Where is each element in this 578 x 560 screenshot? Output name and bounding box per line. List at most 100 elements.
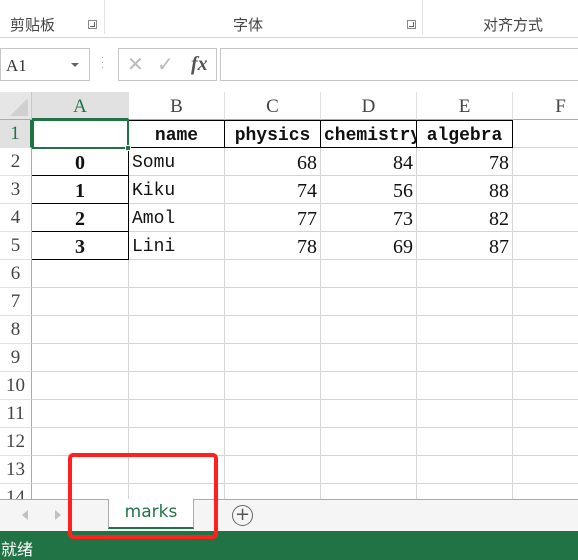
row-header-1[interactable]: 1 bbox=[0, 120, 32, 148]
cell-f11[interactable] bbox=[513, 400, 578, 428]
cell-d1[interactable]: chemistry bbox=[321, 120, 417, 148]
cell-e2[interactable]: 78 bbox=[417, 148, 513, 176]
cell-b5[interactable]: Lini bbox=[129, 232, 225, 260]
column-header-d[interactable]: D bbox=[321, 92, 417, 120]
cell-c6[interactable] bbox=[225, 260, 321, 288]
row-header-8[interactable]: 8 bbox=[0, 316, 32, 344]
cell-b4[interactable]: Amol bbox=[129, 204, 225, 232]
cell-b9[interactable] bbox=[129, 344, 225, 372]
cell-b10[interactable] bbox=[129, 372, 225, 400]
cell-d8[interactable] bbox=[321, 316, 417, 344]
cell-d9[interactable] bbox=[321, 344, 417, 372]
row-header-10[interactable]: 10 bbox=[0, 372, 32, 400]
cell-c7[interactable] bbox=[225, 288, 321, 316]
cell-a10[interactable] bbox=[32, 372, 129, 400]
cell-e14[interactable] bbox=[417, 484, 513, 499]
row-header-12[interactable]: 12 bbox=[0, 428, 32, 456]
cell-a5[interactable]: 3 bbox=[32, 232, 129, 260]
column-header-c[interactable]: C bbox=[225, 92, 321, 120]
column-header-b[interactable]: B bbox=[129, 92, 225, 120]
row-header-4[interactable]: 4 bbox=[0, 204, 32, 232]
cell-c3[interactable]: 74 bbox=[225, 176, 321, 204]
cell-e10[interactable] bbox=[417, 372, 513, 400]
cell-c12[interactable] bbox=[225, 428, 321, 456]
cell-a1[interactable] bbox=[32, 120, 129, 148]
cell-b6[interactable] bbox=[129, 260, 225, 288]
insert-function-icon[interactable]: fx bbox=[191, 53, 208, 76]
row-header-14[interactable]: 14 bbox=[0, 484, 32, 499]
cell-d10[interactable] bbox=[321, 372, 417, 400]
cell-d7[interactable] bbox=[321, 288, 417, 316]
row-header-5[interactable]: 5 bbox=[0, 232, 32, 260]
cell-e7[interactable] bbox=[417, 288, 513, 316]
sheet-tab-marks[interactable]: marks bbox=[108, 499, 194, 529]
cell-a11[interactable] bbox=[32, 400, 129, 428]
cell-d11[interactable] bbox=[321, 400, 417, 428]
cell-e9[interactable] bbox=[417, 344, 513, 372]
grip-icon[interactable]: · · · bbox=[101, 54, 104, 74]
row-header-3[interactable]: 3 bbox=[0, 176, 32, 204]
dialog-launcher-icon[interactable] bbox=[407, 20, 416, 29]
scroll-left-icon[interactable] bbox=[22, 510, 28, 520]
cell-c10[interactable] bbox=[225, 372, 321, 400]
cell-d2[interactable]: 84 bbox=[321, 148, 417, 176]
cell-b2[interactable]: Somu bbox=[129, 148, 225, 176]
cell-d6[interactable] bbox=[321, 260, 417, 288]
formula-input[interactable] bbox=[220, 48, 578, 81]
cell-e12[interactable] bbox=[417, 428, 513, 456]
cell-d14[interactable] bbox=[321, 484, 417, 499]
cell-f13[interactable] bbox=[513, 456, 578, 484]
cell-a4[interactable]: 2 bbox=[32, 204, 129, 232]
dialog-launcher-icon[interactable] bbox=[88, 20, 97, 29]
cancel-icon[interactable]: ✕ bbox=[127, 52, 144, 76]
cell-e1[interactable]: algebra bbox=[417, 120, 513, 148]
cell-f4[interactable] bbox=[513, 204, 578, 232]
chevron-down-icon[interactable] bbox=[71, 63, 79, 67]
column-header-e[interactable]: E bbox=[417, 92, 513, 120]
cell-f2[interactable] bbox=[513, 148, 578, 176]
cell-a7[interactable] bbox=[32, 288, 129, 316]
cell-e6[interactable] bbox=[417, 260, 513, 288]
cell-a14[interactable] bbox=[32, 484, 129, 499]
cell-f7[interactable] bbox=[513, 288, 578, 316]
cell-a12[interactable] bbox=[32, 428, 129, 456]
cell-f8[interactable] bbox=[513, 316, 578, 344]
cell-f12[interactable] bbox=[513, 428, 578, 456]
cell-b11[interactable] bbox=[129, 400, 225, 428]
cell-c8[interactable] bbox=[225, 316, 321, 344]
cell-f1[interactable] bbox=[513, 120, 578, 148]
row-header-11[interactable]: 11 bbox=[0, 400, 32, 428]
cell-a2[interactable]: 0 bbox=[32, 148, 129, 176]
cell-c13[interactable] bbox=[225, 456, 321, 484]
enter-icon[interactable]: ✓ bbox=[157, 52, 174, 76]
cell-f5[interactable] bbox=[513, 232, 578, 260]
cell-e8[interactable] bbox=[417, 316, 513, 344]
row-header-13[interactable]: 13 bbox=[0, 456, 32, 484]
cell-c1[interactable]: physics bbox=[225, 120, 321, 148]
cell-f9[interactable] bbox=[513, 344, 578, 372]
cell-e11[interactable] bbox=[417, 400, 513, 428]
column-header-f[interactable]: F bbox=[513, 92, 578, 120]
row-header-6[interactable]: 6 bbox=[0, 260, 32, 288]
cell-b12[interactable] bbox=[129, 428, 225, 456]
cell-a13[interactable] bbox=[32, 456, 129, 484]
cell-b13[interactable] bbox=[129, 456, 225, 484]
cell-a6[interactable] bbox=[32, 260, 129, 288]
cell-c2[interactable]: 68 bbox=[225, 148, 321, 176]
cell-b3[interactable]: Kiku bbox=[129, 176, 225, 204]
add-sheet-icon[interactable]: + bbox=[232, 505, 253, 526]
column-header-a[interactable]: A bbox=[32, 92, 129, 120]
cell-b14[interactable] bbox=[129, 484, 225, 499]
name-box[interactable]: A1 bbox=[0, 48, 90, 81]
cell-c4[interactable]: 77 bbox=[225, 204, 321, 232]
cell-e3[interactable]: 88 bbox=[417, 176, 513, 204]
cell-c14[interactable] bbox=[225, 484, 321, 499]
cell-d5[interactable]: 69 bbox=[321, 232, 417, 260]
cell-d3[interactable]: 56 bbox=[321, 176, 417, 204]
select-all-button[interactable] bbox=[0, 92, 32, 120]
cell-e13[interactable] bbox=[417, 456, 513, 484]
cell-d4[interactable]: 73 bbox=[321, 204, 417, 232]
row-header-7[interactable]: 7 bbox=[0, 288, 32, 316]
cell-e4[interactable]: 82 bbox=[417, 204, 513, 232]
cell-f6[interactable] bbox=[513, 260, 578, 288]
